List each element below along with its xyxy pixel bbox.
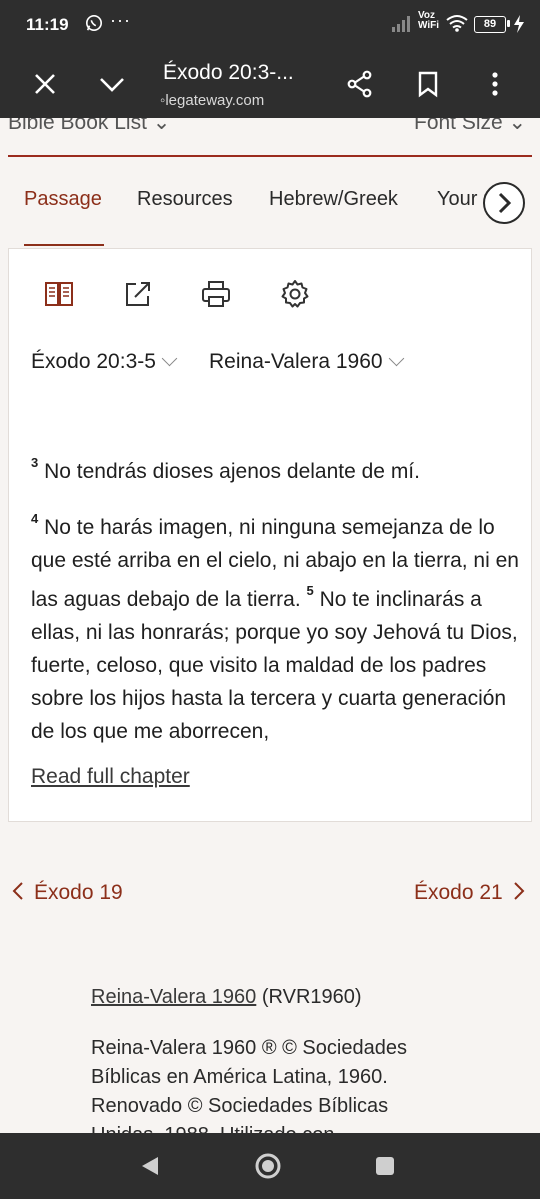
battery-tip [507,20,510,27]
open-external-icon[interactable] [122,278,154,310]
back-icon[interactable] [139,1155,161,1177]
active-tab-indicator [24,244,104,246]
chevron-right-icon [514,882,525,900]
verse-number: 5 [306,583,314,598]
signal-icon [392,16,410,32]
previous-chapter-link[interactable]: Éxodo 19 [10,880,123,905]
battery-icon: 89 [474,16,506,33]
verse-number: 4 [31,511,39,526]
previous-chapter-label: Éxodo 19 [34,881,123,904]
whatsapp-icon [85,14,103,32]
verse-number: 3 [31,455,39,470]
home-icon[interactable] [254,1152,282,1180]
parallel-view-icon[interactable] [43,278,75,310]
tab-your-content[interactable]: Your Content [437,188,485,211]
tab-bar: Passage Resources Hebrew/Greek Your Cont… [0,178,540,248]
page-url[interactable]: ◦legateway.com [160,92,264,109]
verse-text: No tendrás dioses ajenos delante de mí. [44,460,420,483]
chevron-down-icon [388,350,404,367]
recents-icon[interactable] [375,1156,395,1176]
next-chapter-link[interactable]: Éxodo 21 [414,880,527,905]
tabs-scroll-right-button[interactable] [483,182,525,224]
tab-resources[interactable]: Resources [137,188,233,211]
page-header-scrolled: Bible Book List ⌄ Font Size ⌄ [0,118,540,158]
font-size-link[interactable]: Font Size ⌄ [414,118,526,135]
url-text: legateway.com [165,92,265,109]
version-link[interactable]: Reina-Valera 1960 [91,986,256,1008]
next-chapter-label: Éxodo 21 [414,881,503,904]
chevron-down-icon[interactable] [98,70,126,98]
page-title[interactable]: Éxodo 20:3-... [163,61,294,85]
more-options-icon[interactable] [481,70,509,98]
print-icon[interactable] [200,278,232,310]
status-bar: 11:19 ··· Voz WiFi 89 [0,0,540,50]
system-nav-bar [0,1133,540,1199]
more-notifications-icon: ··· [110,10,131,30]
header-divider [8,155,532,157]
copyright-text: Reina-Valera 1960 ® © Sociedades Bíblica… [91,1037,407,1133]
tab-hebrew-greek[interactable]: Hebrew/Greek [269,188,398,211]
share-icon[interactable] [346,70,374,98]
chevron-down-icon [161,350,178,367]
network-label: Voz WiFi [418,10,440,31]
browser-toolbar: Éxodo 20:3-... ◦legateway.com [0,50,540,118]
tab-passage[interactable]: Passage [24,188,102,211]
clock: 11:19 [26,15,69,34]
version-abbr: (RVR1960) [261,986,362,1008]
chevron-right-icon [498,192,512,214]
bookmark-icon[interactable] [414,70,442,98]
passage-dropdown[interactable]: Éxodo 20:3-5 [31,350,178,374]
bible-book-list-link[interactable]: Bible Book List ⌄ [8,118,170,135]
settings-icon[interactable] [279,278,311,310]
verse-3: 3 No tendrás dioses ajenos delante de mí… [31,449,521,488]
copyright-heading: Reina-Valera 1960 (RVR1960) [91,983,451,1012]
close-icon[interactable] [31,70,59,98]
chevron-left-icon [12,882,23,900]
font-size-label: Font Size [414,118,503,134]
version-dropdown-label: Reina-Valera 1960 [209,350,383,373]
charging-icon [514,15,524,33]
verse-text: No te inclinarás a ellas, ni las honrará… [31,588,518,743]
read-full-chapter-link[interactable]: Read full chapter [31,765,190,789]
bible-book-list-label: Bible Book List [8,118,147,134]
version-dropdown[interactable]: Reina-Valera 1960 [209,350,404,374]
passage-dropdown-label: Éxodo 20:3-5 [31,350,156,373]
verse-4-5: 4 No te harás imagen, ni ninguna semejan… [31,505,521,748]
wifi-icon [446,15,468,32]
